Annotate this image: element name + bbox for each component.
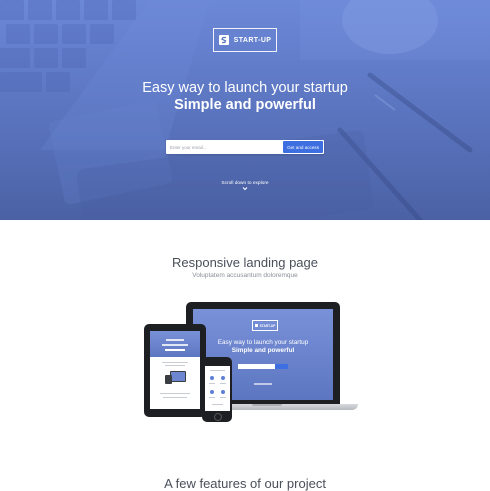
phone-feature-icon: [220, 376, 225, 380]
laptop-display: START-UP Easy way to launch your startup…: [193, 309, 333, 400]
mockup-brand: START-UP: [259, 323, 276, 328]
tablet-display: [150, 331, 200, 409]
tablet-hero-line: [162, 344, 188, 346]
mockup-form: [238, 364, 288, 369]
mockup-title: Easy way to launch your startup: [217, 339, 309, 346]
email-input[interactable]: [166, 140, 283, 154]
tablet-mini-laptop-screen: [171, 372, 185, 381]
tablet-text-line: [162, 362, 188, 364]
phone-text-line: [211, 404, 223, 405]
tablet-text-line: [165, 365, 185, 367]
section-title: Responsive landing page: [172, 255, 318, 270]
get-access-button[interactable]: Get and access: [283, 141, 323, 153]
chevron-down-icon[interactable]: [240, 186, 250, 192]
tablet-hero: [150, 331, 200, 357]
hero-title: Easy way to launch your startup: [142, 80, 348, 96]
mockup-subtitle: Simple and powerful: [231, 347, 295, 354]
s-logo-icon: [218, 35, 229, 45]
phone-home-button: [214, 413, 222, 421]
phone-text-line: [219, 383, 226, 384]
phone-text-line: [208, 397, 215, 398]
tablet-text-line: [163, 397, 187, 399]
phone-text-line: [219, 397, 226, 398]
hero-subtitle: Simple and powerful: [174, 97, 316, 113]
phone-feature-icon: [209, 390, 214, 394]
phone-display: [204, 366, 230, 411]
features-title: A few features of our project: [164, 476, 326, 491]
tablet-mini-laptop: [170, 371, 186, 382]
signup-form: Get and access: [166, 140, 324, 154]
tablet-mini-tablet: [165, 375, 172, 384]
laptop-frame: [186, 302, 340, 404]
hero-section: START-UP Easy way to launch your startup…: [0, 0, 490, 220]
mockup-button: [275, 364, 288, 369]
phone-feature-icon: [209, 376, 214, 380]
phone-frame: [202, 357, 232, 422]
phone-text-line: [209, 370, 225, 371]
tablet-hero-form: [165, 349, 185, 351]
phone-text-line: [208, 383, 215, 384]
tablet-frame: [144, 324, 206, 417]
brand-logo[interactable]: START-UP: [213, 28, 277, 52]
tablet-text-line: [160, 393, 190, 395]
phone-feature-icon: [220, 390, 225, 394]
brand-name: START-UP: [233, 36, 272, 44]
mockup-logo-icon: [254, 324, 258, 327]
laptop-notch: [252, 404, 282, 406]
mockup-scroll-text: [254, 383, 272, 385]
laptop-base: [176, 404, 358, 410]
section-subtitle: Voluptatem accusantum doloremque: [192, 272, 298, 279]
mockup-logo: START-UP: [252, 320, 278, 331]
tablet-hero-line: [166, 339, 184, 341]
